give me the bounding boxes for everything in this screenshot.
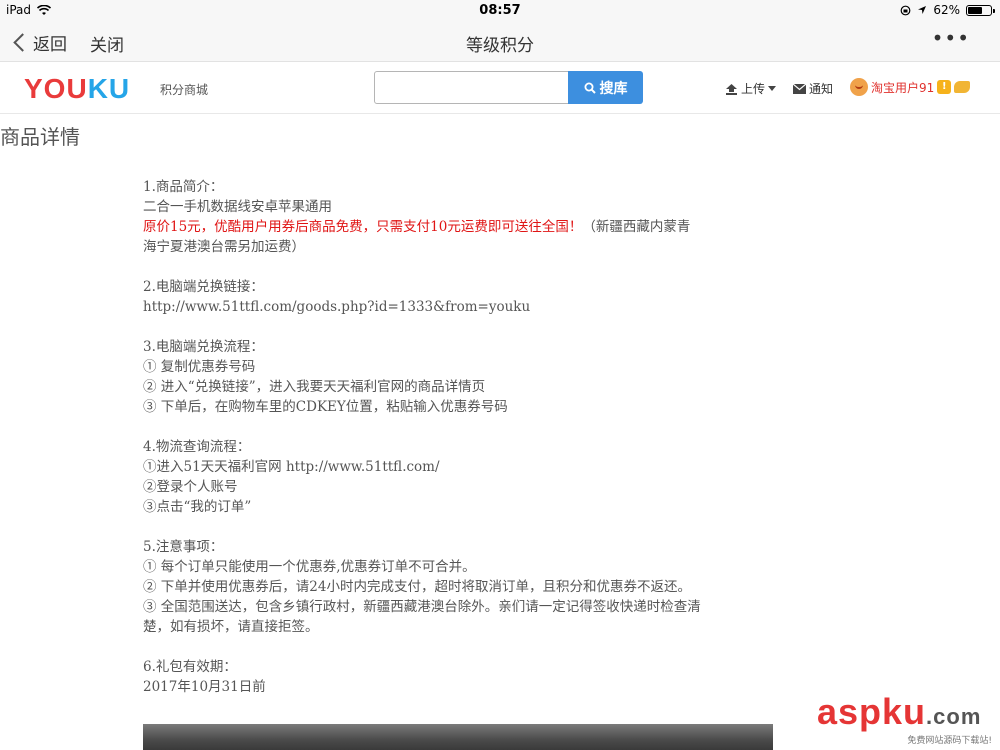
list-item: ③点击“我的订单” <box>143 499 252 515</box>
page-title: 商品详情 <box>0 125 80 149</box>
list-item: ② 进入“兑换链接”，进入我要天天福利官网的商品详情页 <box>143 379 486 395</box>
search-icon <box>584 82 596 94</box>
notify-label: 通知 <box>809 82 834 96</box>
price-highlight: 原价15元，优酷用户用券后商品免费，只需支付10元运费即可送往全国！ <box>143 219 583 235</box>
orientation-lock-icon <box>900 5 911 15</box>
logo-part-2: KU <box>87 73 131 104</box>
avatar <box>850 78 868 96</box>
nav-title: 等级积分 <box>466 36 534 56</box>
product-image <box>143 724 773 750</box>
section-heading: 4.物流查询流程： <box>143 439 251 455</box>
status-time: 08:57 <box>479 3 521 18</box>
list-item: ③ 全国范围送达，包含乡镇行政村，新疆西藏港澳台除外。亲们请一定记得签收快递时检… <box>143 599 701 635</box>
battery-icon <box>966 4 995 16</box>
product-price-notice: 原价15元，优酷用户用券后商品免费，只需支付10元运费即可送往全国！（新疆西藏内… <box>143 217 703 257</box>
status-right: 62% <box>900 3 995 17</box>
section-heading: 2.电脑端兑换链接： <box>143 279 264 295</box>
upload-button[interactable]: 上传 <box>725 80 777 97</box>
list-item: ③ 下单后，在购物车里的CDKEY位置，粘贴输入优惠券号码 <box>143 399 508 415</box>
section-heading: 1.商品简介： <box>143 179 224 195</box>
watermark-suffix: .com <box>926 704 982 729</box>
search-input[interactable] <box>374 71 569 104</box>
list-item: ② 下单并使用优惠券后，请24小时内完成支付，超时将取消订单，且积分和优惠券不返… <box>143 579 691 595</box>
site-subtitle[interactable]: 积分商城 <box>160 81 208 98</box>
product-name: 二合一手机数据线安卓苹果通用 <box>143 199 332 215</box>
list-item: ②登录个人账号 <box>143 479 238 495</box>
notify-button[interactable]: 通知 <box>793 80 833 97</box>
product-description: 1.商品简介： 二合一手机数据线安卓苹果通用 原价15元，优酷用户用券后商品免费… <box>143 177 703 697</box>
mail-icon <box>793 83 806 94</box>
watermark-main: aspku.com <box>817 694 992 735</box>
section-heading: 5.注意事项： <box>143 539 224 555</box>
upload-icon <box>726 83 737 95</box>
section-heading: 3.电脑端兑换流程： <box>143 339 264 355</box>
vip-level-icon: ! <box>937 80 952 94</box>
watermark-logo: aspku.com 免费网站源码下载站! <box>817 694 992 747</box>
caret-down-icon <box>768 86 777 91</box>
list-item: ① 每个订单只能使用一个优惠券,优惠券订单不可合并。 <box>143 559 476 575</box>
battery-percent: 62% <box>933 3 960 17</box>
list-item: ① 复制优惠券号码 <box>143 359 256 375</box>
redeem-link[interactable]: http://www.51ttfl.com/goods.php?id=1333&… <box>143 297 703 317</box>
search-button-label: 搜库 <box>599 80 628 97</box>
username: 淘宝用户91 <box>871 80 935 95</box>
list-item: ①进入51天天福利官网 http://www.51ttfl.com/ <box>143 459 440 475</box>
search-button[interactable]: 搜库 <box>568 71 643 104</box>
medal-icon <box>954 81 971 93</box>
watermark-text: aspku <box>817 691 927 732</box>
site-header: YOUKU 积分商城 搜库 上传 通知 淘宝用户91 ! <box>0 62 1000 114</box>
more-menu-button[interactable]: ••• <box>932 26 970 50</box>
location-icon <box>918 6 927 14</box>
upload-label: 上传 <box>741 82 766 96</box>
battery-fill <box>968 6 982 14</box>
status-bar: iPad 08:57 62% <box>0 0 1000 22</box>
section-heading: 6.礼包有效期： <box>143 659 237 675</box>
youku-logo[interactable]: YOUKU <box>24 73 130 105</box>
user-menu[interactable]: 淘宝用户91 ! <box>850 78 971 96</box>
expiry-date: 2017年10月31日前 <box>143 679 266 695</box>
logo-part-1: YOU <box>24 73 88 104</box>
nav-bar: 返回 关闭 等级积分 ••• <box>0 22 1000 62</box>
